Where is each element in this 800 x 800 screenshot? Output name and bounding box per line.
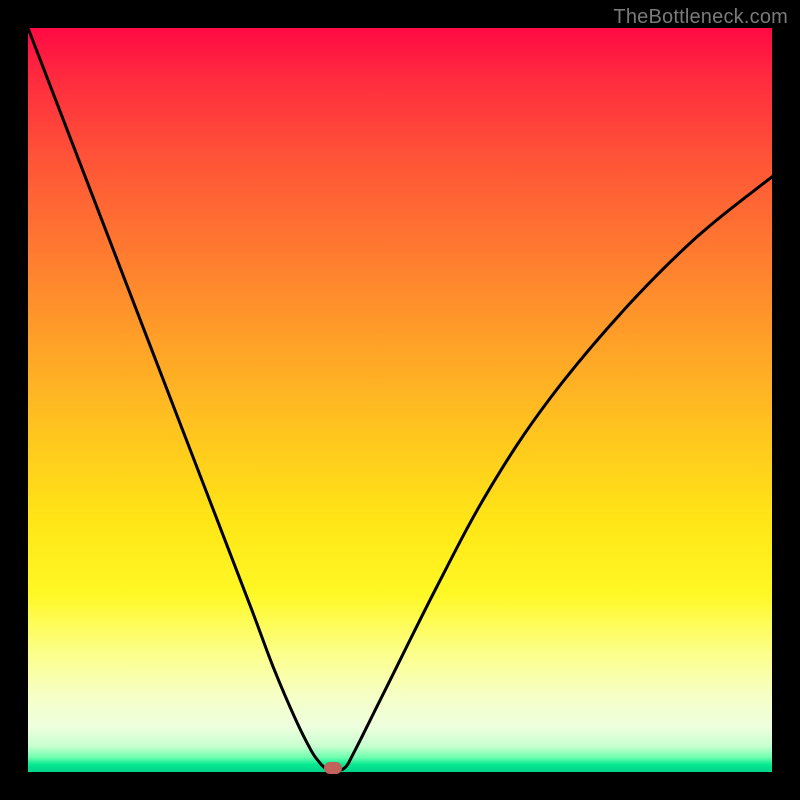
bottleneck-curve xyxy=(28,28,772,772)
plot-area xyxy=(28,28,772,772)
chart-frame: TheBottleneck.com xyxy=(0,0,800,800)
watermark-text: TheBottleneck.com xyxy=(613,6,788,29)
minimum-marker xyxy=(324,762,342,774)
